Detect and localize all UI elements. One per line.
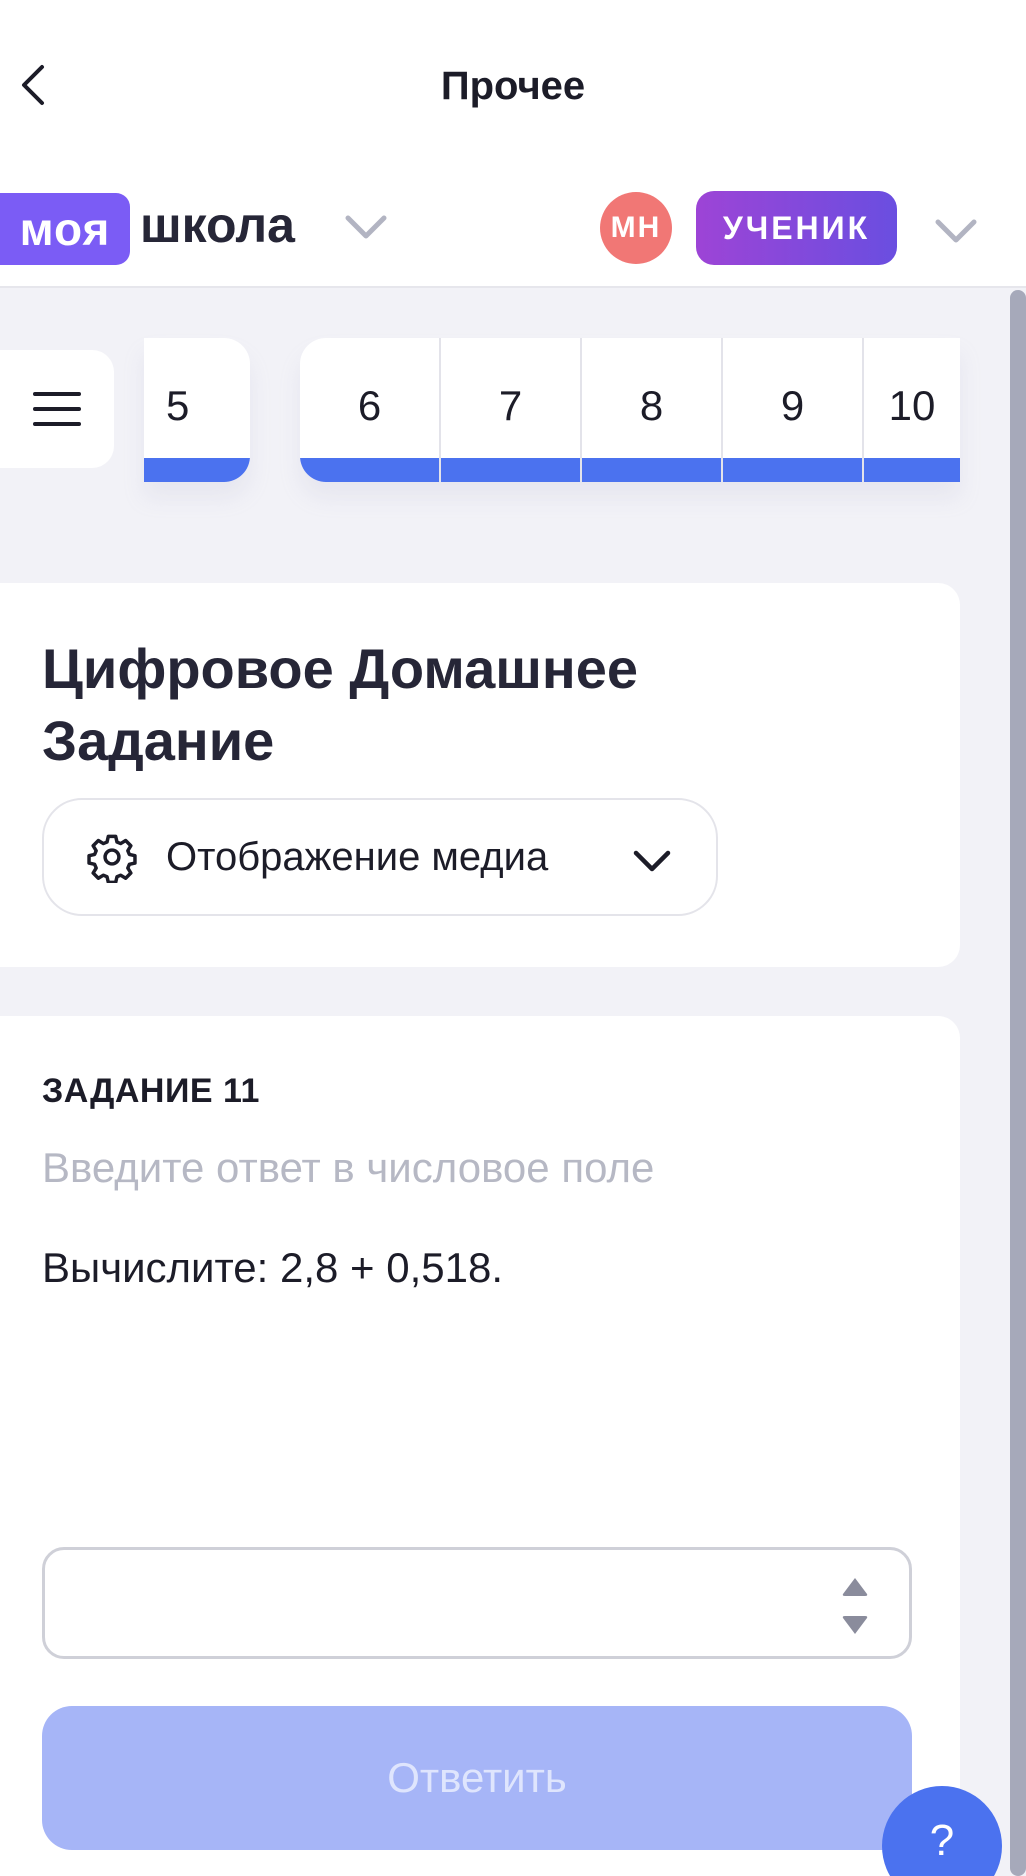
task-label: ЗАДАНИЕ 11 [42, 1072, 260, 1110]
task-card: ЗАДАНИЕ 11 Введите ответ в числовое поле… [0, 1016, 960, 1876]
chevron-down-icon[interactable] [344, 212, 388, 242]
stepper-icon[interactable] [841, 1574, 869, 1638]
gear-icon [87, 834, 137, 883]
section-card: Цифровое Домашнее Задание Отображение ме… [0, 583, 960, 967]
role-badge[interactable]: УЧЕНИК [696, 191, 897, 265]
task-tab-status-bar [864, 458, 960, 482]
task-tab[interactable]: 9 [723, 338, 864, 482]
task-tab-number: 8 [639, 382, 664, 429]
task-tab[interactable]: 10 [864, 338, 960, 482]
section-title: Цифровое Домашнее Задание [42, 637, 639, 772]
task-tab-status-bar [723, 458, 862, 482]
task-tabs: 6 7 8 9 10 [300, 338, 960, 482]
media-display-label: Отображение медиа [166, 834, 549, 879]
chevron-down-icon[interactable] [934, 216, 978, 246]
task-tab-status-bar [300, 458, 439, 482]
avatar[interactable]: МН [600, 192, 672, 264]
task-tab-status-bar [582, 458, 721, 482]
menu-button[interactable] [0, 350, 114, 468]
submit-button[interactable]: Ответить [42, 1706, 912, 1850]
task-tab-status-bar [441, 458, 580, 482]
task-question: Вычислите: 2,8 + 0,518. [42, 1244, 503, 1291]
page-title: Прочее [440, 64, 586, 108]
logo-badge: моя [0, 193, 130, 265]
task-tab-status-bar [144, 458, 250, 482]
hamburger-menu-icon [33, 392, 81, 426]
answer-field [42, 1547, 912, 1659]
task-tab-number: 10 [888, 382, 936, 429]
task-tab[interactable]: 8 [582, 338, 723, 482]
task-tab-number: 7 [498, 382, 523, 429]
task-tab[interactable]: 7 [441, 338, 582, 482]
scrollbar[interactable] [1010, 290, 1026, 1876]
top-bar: Прочее моя школа МН УЧЕНИК [0, 0, 1026, 288]
task-tab-number: 5 [166, 382, 190, 429]
media-display-button[interactable]: Отображение медиа [42, 798, 718, 916]
answer-input[interactable] [65, 1560, 825, 1648]
task-tab-number: 6 [357, 382, 382, 429]
task-tab[interactable]: 6 [300, 338, 441, 482]
task-tabs-left: 5 [144, 338, 250, 482]
task-hint: Введите ответ в числовое поле [42, 1144, 655, 1191]
chevron-down-icon [633, 850, 671, 872]
task-tab[interactable]: 5 [144, 338, 250, 482]
task-tab-number: 9 [780, 382, 805, 429]
logo-text: школа [140, 197, 295, 253]
